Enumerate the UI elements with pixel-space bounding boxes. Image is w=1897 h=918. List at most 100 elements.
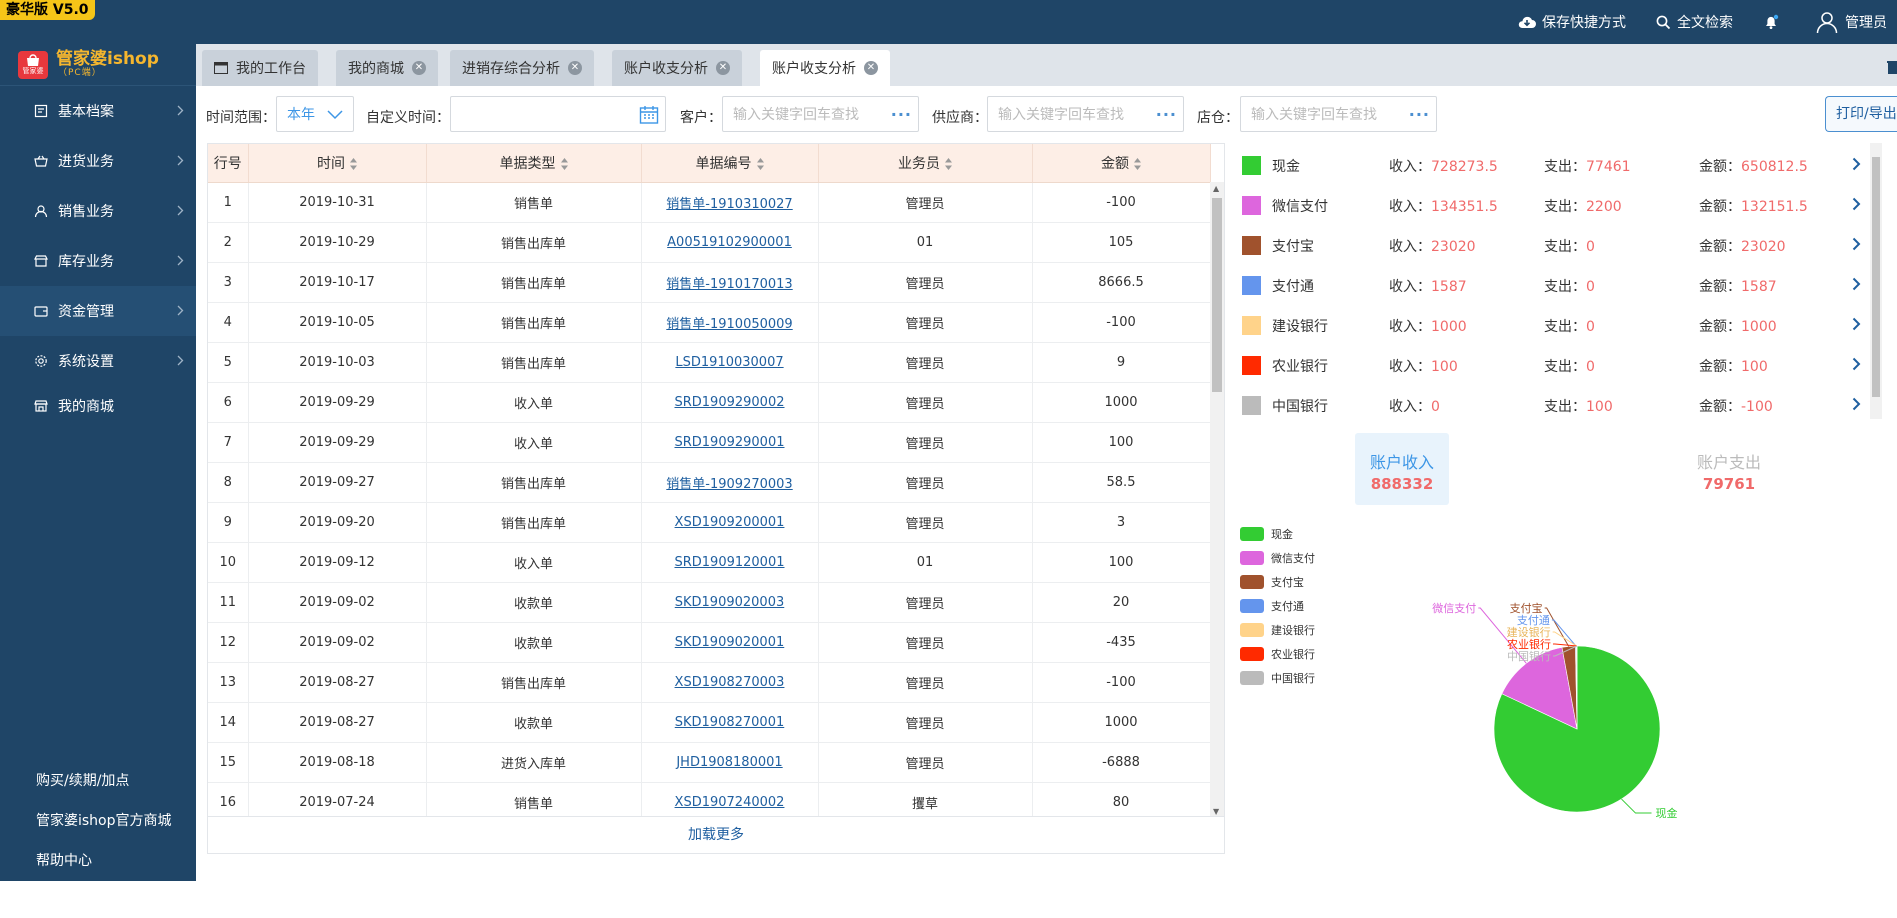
cell-doc-number[interactable]: 销售单-1910170013: [641, 262, 818, 302]
cell-doc-number[interactable]: SKD1908270001: [641, 702, 818, 742]
store-input[interactable]: 输入关键字回车查找 ···: [1240, 96, 1437, 132]
more-icon[interactable]: ···: [891, 105, 912, 124]
table-row[interactable]: 122019-09-02收款单SKD1909020001管理员-435: [208, 622, 1210, 662]
legend-item[interactable]: 建设银行: [1240, 618, 1315, 642]
legend-item[interactable]: 支付通: [1240, 594, 1315, 618]
sidebar-item-system-settings[interactable]: 系统设置: [0, 336, 196, 386]
account-row[interactable]: 建设银行收入：1000支出：0金额：1000: [1232, 305, 1872, 345]
cell-doc-number[interactable]: SKD1909020003: [641, 582, 818, 622]
legend-item[interactable]: 现金: [1240, 522, 1315, 546]
sidebar-item-inventory[interactable]: 库存业务: [0, 236, 196, 286]
account-row[interactable]: 现金收入：728273.5支出：77461金额：650812.5: [1232, 145, 1872, 185]
table-row[interactable]: 92019-09-20销售出库单XSD1909200001管理员3: [208, 502, 1210, 542]
cell-doc-number[interactable]: 销售单-1909270003: [641, 462, 818, 502]
account-row[interactable]: 支付宝收入：23020支出：0金额：23020: [1232, 225, 1872, 265]
tab-inventory-analysis[interactable]: 进销存综合分析 ✕: [450, 50, 594, 86]
sidebar-item-label: 销售业务: [58, 201, 114, 221]
account-row[interactable]: 支付通收入：1587支出：0金额：1587: [1232, 265, 1872, 305]
app-logo[interactable]: 管家婆 管家婆ishop （PC端）: [0, 44, 196, 86]
official-mall-link[interactable]: 管家婆ishop官方商城: [0, 801, 196, 841]
table-row[interactable]: 32019-10-17销售出库单销售单-1910170013管理员8666.5: [208, 262, 1210, 302]
column-header-amount[interactable]: 金额: [1032, 144, 1210, 182]
cell-doc-number[interactable]: SRD1909290002: [641, 382, 818, 422]
time-range-select[interactable]: 本年: [276, 96, 354, 132]
print-export-button[interactable]: 打印/导出: [1825, 96, 1897, 132]
sidebar-item-my-mall[interactable]: 我的商城: [0, 386, 196, 426]
table-row[interactable]: 62019-09-29收入单SRD1909290002管理员1000: [208, 382, 1210, 422]
user-menu[interactable]: 管理员: [1815, 10, 1887, 34]
table-row[interactable]: 52019-10-03销售出库单LSD1910030007管理员9: [208, 342, 1210, 382]
chevron-right-icon[interactable]: [1852, 197, 1861, 211]
tab-my-workbench[interactable]: 我的工作台: [202, 50, 318, 86]
table-row[interactable]: 12019-10-31销售单销售单-1910310027管理员-100: [208, 182, 1210, 222]
chevron-right-icon[interactable]: [1852, 317, 1861, 331]
account-row[interactable]: 中国银行收入：0支出：100金额：-100: [1232, 385, 1872, 425]
tab-account-analysis-2[interactable]: 账户收支分析 ✕: [760, 50, 890, 86]
tab-account-analysis-1[interactable]: 账户收支分析 ✕: [612, 50, 742, 86]
account-expense-summary[interactable]: 账户支出 79761: [1682, 433, 1776, 505]
customer-input[interactable]: 输入关键字回车查找 ···: [722, 96, 919, 132]
legend-item[interactable]: 支付宝: [1240, 570, 1315, 594]
buy-renew-link[interactable]: 购买/续期/加点: [0, 761, 196, 801]
help-center-link[interactable]: 帮助中心: [0, 841, 196, 881]
chevron-right-icon[interactable]: [1852, 277, 1861, 291]
table-row[interactable]: 42019-10-05销售出库单销售单-1910050009管理员-100: [208, 302, 1210, 342]
column-header-doc-type[interactable]: 单据类型: [426, 144, 641, 182]
scrollbar-thumb[interactable]: [1872, 157, 1880, 397]
table-row[interactable]: 102019-09-12收入单SRD190912000101100: [208, 542, 1210, 582]
table-row[interactable]: 142019-08-27收款单SKD1908270001管理员1000: [208, 702, 1210, 742]
chevron-right-icon[interactable]: [1852, 237, 1861, 251]
close-icon[interactable]: ✕: [716, 61, 730, 75]
trash-icon[interactable]: [1887, 60, 1897, 74]
column-header-doc-number[interactable]: 单据编号: [641, 144, 818, 182]
close-icon[interactable]: ✕: [412, 61, 426, 75]
account-row[interactable]: 农业银行收入：100支出：0金额：100: [1232, 345, 1872, 385]
cell-doc-number[interactable]: LSD1910030007: [641, 342, 818, 382]
table-row[interactable]: 112019-09-02收款单SKD1909020003管理员20: [208, 582, 1210, 622]
calendar-icon[interactable]: [639, 105, 659, 125]
account-row[interactable]: 微信支付收入：134351.5支出：2200金额：132151.5: [1232, 185, 1872, 225]
chevron-right-icon[interactable]: [1852, 157, 1861, 171]
cell-doc-number[interactable]: 销售单-1910310027: [641, 182, 818, 222]
table-scrollbar[interactable]: ▲ ▼: [1210, 182, 1224, 818]
cell-doc-number[interactable]: XSD1909200001: [641, 502, 818, 542]
column-header-time[interactable]: 时间: [248, 144, 426, 182]
cell-doc-number[interactable]: XSD1908270003: [641, 662, 818, 702]
column-header-salesperson[interactable]: 业务员: [818, 144, 1032, 182]
scrollbar-thumb[interactable]: [1212, 198, 1222, 392]
custom-time-input[interactable]: [450, 96, 666, 132]
legend-item[interactable]: 中国银行: [1240, 666, 1315, 690]
legend-item[interactable]: 微信支付: [1240, 546, 1315, 570]
sidebar-item-basic-files[interactable]: 基本档案: [0, 86, 196, 136]
more-icon[interactable]: ···: [1409, 105, 1430, 124]
legend-item[interactable]: 农业银行: [1240, 642, 1315, 666]
table-row[interactable]: 72019-09-29收入单SRD1909290001管理员100: [208, 422, 1210, 462]
notification-button[interactable]: [1763, 14, 1785, 30]
chevron-right-icon[interactable]: [1852, 357, 1861, 371]
sidebar-item-purchase[interactable]: 进货业务: [0, 136, 196, 186]
table-row[interactable]: 132019-08-27销售出库单XSD1908270003管理员-100: [208, 662, 1210, 702]
cell-doc-number[interactable]: SKD1909020001: [641, 622, 818, 662]
sidebar-item-fund-management[interactable]: 资金管理: [0, 286, 196, 336]
scroll-down-icon[interactable]: ▼: [1213, 807, 1219, 816]
table-row[interactable]: 152019-08-18进货入库单JHD1908180001管理员-6888: [208, 742, 1210, 782]
supplier-input[interactable]: 输入关键字回车查找 ···: [987, 96, 1184, 132]
table-row[interactable]: 82019-09-27销售出库单销售单-1909270003管理员58.5: [208, 462, 1210, 502]
account-income-summary[interactable]: 账户收入 888332: [1355, 433, 1449, 505]
save-shortcut-button[interactable]: 保存快捷方式: [1518, 12, 1626, 32]
chevron-right-icon[interactable]: [1852, 397, 1861, 411]
cell-doc-number[interactable]: 销售单-1910050009: [641, 302, 818, 342]
cell-doc-number[interactable]: SRD1909290001: [641, 422, 818, 462]
full-text-search-button[interactable]: 全文检索: [1656, 12, 1733, 32]
close-icon[interactable]: ✕: [568, 61, 582, 75]
more-icon[interactable]: ···: [1156, 105, 1177, 124]
close-icon[interactable]: ✕: [864, 61, 878, 75]
sidebar-item-sales[interactable]: 销售业务: [0, 186, 196, 236]
load-more-button[interactable]: 加载更多: [208, 816, 1224, 853]
table-row[interactable]: 22019-10-29销售出库单A0051910290000101105: [208, 222, 1210, 262]
scroll-up-icon[interactable]: ▲: [1213, 184, 1219, 193]
tab-my-mall[interactable]: 我的商城 ✕: [336, 50, 438, 86]
cell-doc-number[interactable]: SRD1909120001: [641, 542, 818, 582]
cell-doc-number[interactable]: JHD1908180001: [641, 742, 818, 782]
cell-doc-number[interactable]: A00519102900001: [641, 222, 818, 262]
